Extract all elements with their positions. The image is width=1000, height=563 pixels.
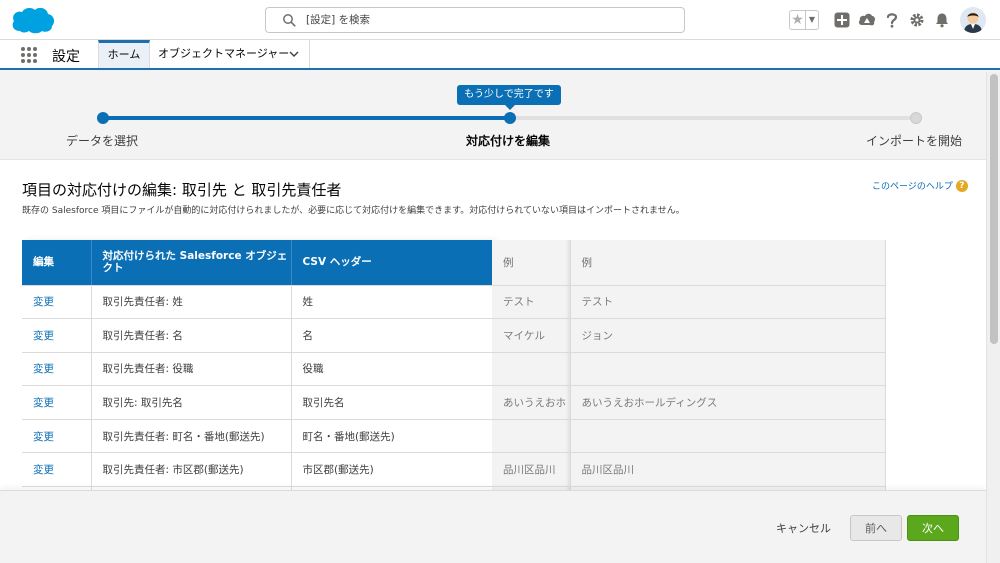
salesforce-field: 取引先責任者: 姓 [91, 285, 292, 320]
example-row: マイケル ジョン [492, 318, 886, 353]
page-title: 項目の対応付けの編集: 取引先 と 取引先責任者 [22, 181, 342, 199]
page-scrollbar[interactable] [986, 72, 1000, 563]
example-table: 例 例 テスト テスト マイケル ジョン あいうえおホ あいうえおホールディングス 品川区品… [492, 240, 886, 490]
app-launcher-icon[interactable] [20, 46, 38, 64]
step-dot-edit-mapping[interactable] [504, 112, 516, 124]
global-header: ★ ▼ [0, 0, 1000, 40]
example-table-header: 例 例 [492, 240, 886, 286]
edit-link[interactable]: 変更 [22, 318, 92, 353]
mapping-row: 変更 取引先責任者: 役職 役職 [22, 352, 493, 387]
csv-header: 町名・番地(郵送先) [291, 419, 493, 454]
example-value-2: ジョン [570, 318, 886, 353]
salesforce-field: 取引先: 取引先名 [91, 385, 292, 420]
edit-link[interactable]: 変更 [22, 452, 92, 488]
example-value-2: テスト [570, 285, 886, 320]
header-actions: ★ ▼ [789, 6, 986, 34]
progress-tooltip: もう少しで完了です [457, 85, 561, 110]
wizard-footer: キャンセル 前へ 次へ [0, 490, 986, 563]
example-row [492, 419, 886, 454]
mapping-table-header: 編集 対応付けられた Salesforce オブジェクト CSV ヘッダー [22, 240, 493, 286]
favorites-control[interactable]: ★ ▼ [789, 10, 819, 30]
example-value-2 [570, 352, 886, 387]
step-label-select-data[interactable]: データを選択 [66, 132, 138, 149]
mapping-row: 変更 取引先責任者: 町名・番地(郵送先) 町名・番地(郵送先) [22, 419, 493, 454]
edit-link[interactable]: 変更 [22, 419, 92, 454]
mapping-row: 変更 取引先: 取引先名 取引先名 [22, 385, 493, 420]
gear-icon[interactable] [905, 8, 929, 32]
plus-icon[interactable] [830, 8, 854, 32]
edit-link[interactable]: 変更 [22, 352, 92, 387]
chevron-down-icon[interactable]: ▼ [805, 11, 818, 29]
app-nav-bar: 設定 ホーム オブジェクトマネージャー [0, 40, 1000, 70]
prev-button[interactable]: 前へ [850, 515, 902, 541]
chevron-down-icon[interactable] [289, 50, 299, 58]
tab-home-label: ホーム [107, 48, 141, 61]
col-header-salesforce-object: 対応付けられた Salesforce オブジェクト [91, 240, 292, 286]
search-input[interactable] [306, 11, 666, 29]
example-value-1 [492, 419, 571, 454]
tab-object-manager[interactable]: オブジェクトマネージャー [150, 40, 310, 68]
step-label-edit-mapping: 対応付けを編集 [466, 134, 551, 148]
trailhead-icon[interactable] [855, 8, 879, 32]
edit-link[interactable]: 変更 [22, 385, 92, 420]
example-value-1: テスト [492, 285, 571, 320]
bell-icon[interactable] [930, 8, 954, 32]
salesforce-cloud-icon[interactable] [10, 5, 56, 35]
csv-header: 役職 [291, 352, 493, 387]
tab-object-manager-label: オブジェクトマネージャー [158, 47, 290, 60]
example-row [492, 352, 886, 387]
mapping-row: 変更 取引先責任者: 名名 [22, 318, 493, 353]
salesforce-field: 取引先責任者: 町名・番地(郵送先) [91, 419, 292, 454]
step-label-start-import: インポートを開始 [866, 134, 963, 148]
csv-header: 取引先名 [291, 385, 493, 420]
global-search[interactable] [265, 7, 685, 33]
mapping-content: 項目の対応付けの編集: 取引先 と 取引先責任者 このページのヘルプ ? 既存の… [0, 160, 986, 490]
csv-header: 市区郡(郵送先) [291, 452, 493, 488]
salesforce-field: 取引先責任者: 市区郡(郵送先) [91, 452, 292, 488]
salesforce-field: 取引先責任者: 役職 [91, 352, 292, 387]
example-row: あいうえおホ あいうえおホールディングス [492, 385, 886, 420]
avatar[interactable] [960, 7, 986, 33]
csv-header: 姓 [291, 285, 493, 320]
example-value-1: マイケル [492, 318, 571, 353]
example-value-1: 品川区品川 [492, 452, 571, 488]
col-header-csv-header: CSV ヘッダー [291, 240, 493, 286]
example-row: 品川区品川 品川区品川 [492, 452, 886, 488]
example-value-2: 品川区品川 [570, 452, 886, 488]
example-value-1 [492, 352, 571, 387]
import-wizard-progress: もう少しで完了です データを選択 対応付けを編集 インポートを開始 [0, 72, 986, 160]
step-dot-start-import [910, 112, 922, 124]
col-header-edit: 編集 [22, 240, 92, 286]
mapping-row: 変更 取引先責任者: 市区郡(郵送先) 市区郡(郵送先) [22, 452, 493, 488]
scrollbar-thumb[interactable] [990, 74, 998, 344]
salesforce-field: 取引先責任者: 名 [91, 318, 292, 353]
tab-home[interactable]: ホーム [98, 40, 150, 68]
help-link-label[interactable]: このページのヘルプ [872, 179, 953, 192]
example-row: テスト テスト [492, 285, 886, 320]
star-icon[interactable]: ★ [790, 11, 805, 29]
csv-header: 名 [291, 318, 493, 353]
mapping-row: 変更 取引先責任者: 姓姓 [22, 285, 493, 320]
app-name: 設定 [52, 49, 80, 65]
help-icon[interactable] [880, 8, 904, 32]
page-description: 既存の Salesforce 項目にファイルが自動的に対応付けられましたが、必要… [22, 206, 685, 216]
progress-fill [103, 116, 510, 120]
mapping-table: 編集 対応付けられた Salesforce オブジェクト CSV ヘッダー 変更… [22, 240, 493, 490]
example-value-2: あいうえおホールディングス [570, 385, 886, 420]
help-question-icon[interactable]: ? [955, 179, 968, 192]
search-icon [283, 14, 296, 27]
col-header-example-1: 例 [492, 240, 571, 286]
help-link[interactable]: このページのヘルプ ? [872, 179, 968, 192]
next-button[interactable]: 次へ [907, 515, 959, 541]
cancel-button[interactable]: キャンセル [768, 515, 839, 541]
step-dot-select-data[interactable] [97, 112, 109, 124]
col-header-example-2: 例 [570, 240, 886, 286]
example-value-2 [570, 419, 886, 454]
example-value-1: あいうえおホ [492, 385, 571, 420]
edit-link[interactable]: 変更 [22, 285, 92, 320]
